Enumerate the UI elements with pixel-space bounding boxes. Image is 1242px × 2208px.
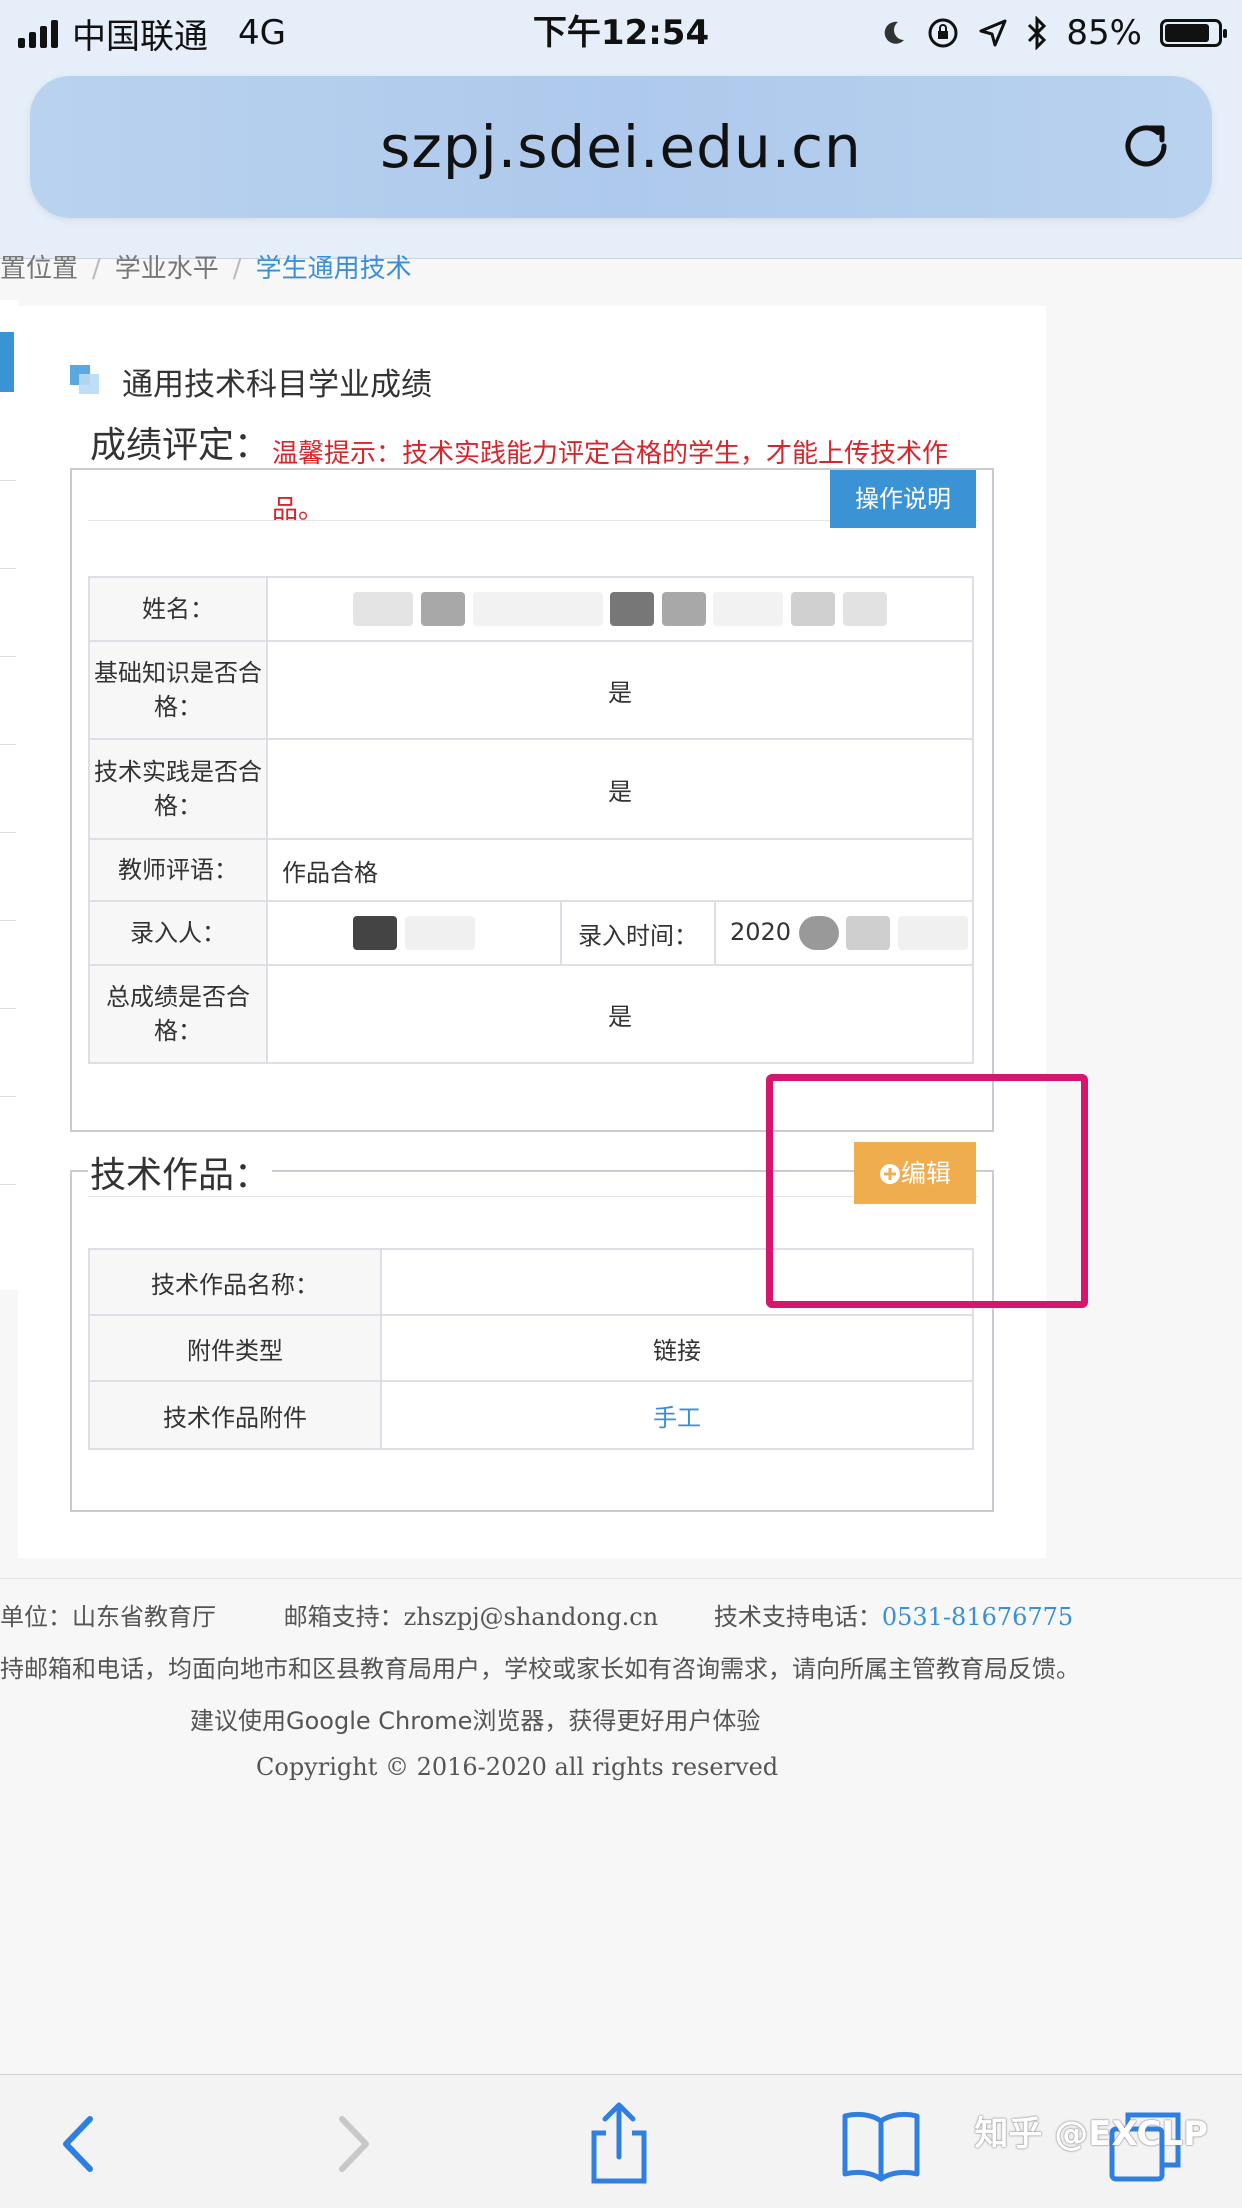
page-footer: 单位：山东省教育厅 邮箱支持：zhszpj@shandong.cn 技术支持电话…: [0, 1578, 1242, 2079]
table-row: 录入人： 录入时间： 2020: [88, 900, 974, 966]
forward-icon[interactable]: [308, 2099, 398, 2189]
reload-icon[interactable]: [1116, 116, 1176, 176]
table-row: 总成绩是否合格： 是: [88, 964, 974, 1064]
attachment-type-label: 附件类型: [88, 1314, 382, 1382]
basic-knowledge-label: 基础知识是否合格：: [88, 640, 268, 740]
section-title-text: 通用技术科目学业成绩: [122, 366, 432, 403]
bookmarks-icon[interactable]: [836, 2099, 926, 2189]
total-label: 总成绩是否合格：: [88, 964, 268, 1064]
section-title: 通用技术科目学业成绩: [70, 356, 432, 406]
entry-person-value-redacted: [266, 900, 562, 966]
moon-icon: [885, 21, 905, 44]
address-bar[interactable]: szpj.sdei.edu.cn: [30, 76, 1212, 218]
table-row: 技术实践是否合格： 是: [88, 738, 974, 840]
url-text[interactable]: szpj.sdei.edu.cn: [30, 76, 1212, 218]
grade-legend: 成绩评定：: [88, 416, 273, 468]
footer-phone[interactable]: 0531-81676775: [882, 1603, 1073, 1631]
square-icon: [70, 365, 102, 397]
footer-phone-label: 技术支持电话：: [713, 1603, 882, 1631]
back-icon[interactable]: [34, 2099, 124, 2189]
breadcrumb-current: 学生通用技术: [255, 254, 412, 284]
status-left: 中国联通 4G: [18, 8, 286, 58]
sidebar-edge: [0, 300, 18, 1290]
network-type: 4G: [238, 13, 286, 53]
footer-org: 单位：山东省教育厅: [0, 1603, 216, 1631]
footer-copyright: Copyright © 2016-2020 all rights reserve…: [256, 1753, 779, 1781]
help-button[interactable]: 操作说明: [830, 470, 976, 528]
grade-table: 姓名： 基础知识是否合格： 是 技术实践是否合格： 是 教师评语： 作品合格 录…: [88, 576, 974, 1064]
entry-person-label: 录入人：: [88, 900, 268, 966]
breadcrumb: 置位置 / 学业水平 / 学生通用技术: [0, 254, 412, 284]
share-icon[interactable]: [574, 2099, 664, 2189]
table-row: 基础知识是否合格： 是: [88, 640, 974, 740]
practice-label: 技术实践是否合格：: [88, 738, 268, 840]
teacher-comment-label: 教师评语：: [88, 838, 268, 902]
table-row: 教师评语： 作品合格: [88, 838, 974, 902]
rotation-lock-icon: [928, 18, 958, 48]
breadcrumb-item[interactable]: 学业水平: [115, 254, 219, 284]
watermark-text: 知乎 @EXCLP: [974, 2114, 1208, 2154]
attachment-cell: 手工: [380, 1380, 974, 1450]
footer-browser-tip: 建议使用Google Chrome浏览器，获得更好用户体验: [190, 1707, 761, 1735]
attachment-label: 技术作品附件: [88, 1380, 382, 1450]
footer-email[interactable]: zhszpj@shandong.cn: [404, 1603, 659, 1631]
content-card: 通用技术科目学业成绩 成绩评定： 温馨提示：技术实践能力评定合格的学生，才能上传…: [18, 306, 1046, 1558]
signal-icon: [18, 18, 58, 48]
footer-notice: 持邮箱和电话，均面向地市和区县教育局用户，学校或家长如有咨询需求，请向所属主管教…: [0, 1655, 1080, 1683]
sidebar-active-tab[interactable]: [0, 332, 14, 392]
screen: 中国联通 4G 下午12:54 85% szpj.sdei.edu.cn 置位置…: [0, 0, 1242, 2208]
name-label: 姓名：: [88, 576, 268, 642]
table-row: 姓名：: [88, 576, 974, 642]
entry-time-cell: 2020: [714, 900, 974, 966]
total-value: 是: [266, 964, 974, 1064]
work-name-label: 技术作品名称：: [88, 1248, 382, 1316]
carrier-name: 中国联通: [72, 16, 208, 57]
breadcrumb-item[interactable]: 置位置: [0, 254, 78, 284]
attachment-type-value: 链接: [380, 1314, 974, 1382]
name-value-redacted: [266, 576, 974, 642]
footer-email-label: 邮箱支持：: [283, 1603, 404, 1631]
teacher-comment-value: 作品合格: [266, 838, 974, 902]
battery-icon: [1160, 19, 1227, 47]
basic-knowledge-value: 是: [266, 640, 974, 740]
location-icon: [979, 19, 1007, 47]
entry-time-value: 2020: [730, 918, 792, 946]
battery-percent: 85%: [1066, 13, 1142, 53]
attachment-link[interactable]: 手工: [653, 1404, 701, 1432]
table-row: 附件类型 链接: [88, 1314, 974, 1382]
table-row: 技术作品附件 手工: [88, 1380, 974, 1450]
annotation-highlight-box: [766, 1074, 1088, 1308]
practice-value: 是: [266, 738, 974, 840]
browser-top-bar: 中国联通 4G 下午12:54 85% szpj.sdei.edu.cn: [0, 0, 1242, 259]
footer-contact-row: 单位：山东省教育厅 邮箱支持：zhszpj@shandong.cn 技术支持电话…: [0, 1597, 1073, 1632]
entry-time-label: 录入时间：: [560, 900, 716, 966]
battery-fill: [1165, 24, 1209, 42]
works-legend: 技术作品：: [88, 1146, 273, 1198]
bluetooth-icon: [1028, 16, 1047, 50]
status-right: 85%: [878, 8, 1227, 58]
